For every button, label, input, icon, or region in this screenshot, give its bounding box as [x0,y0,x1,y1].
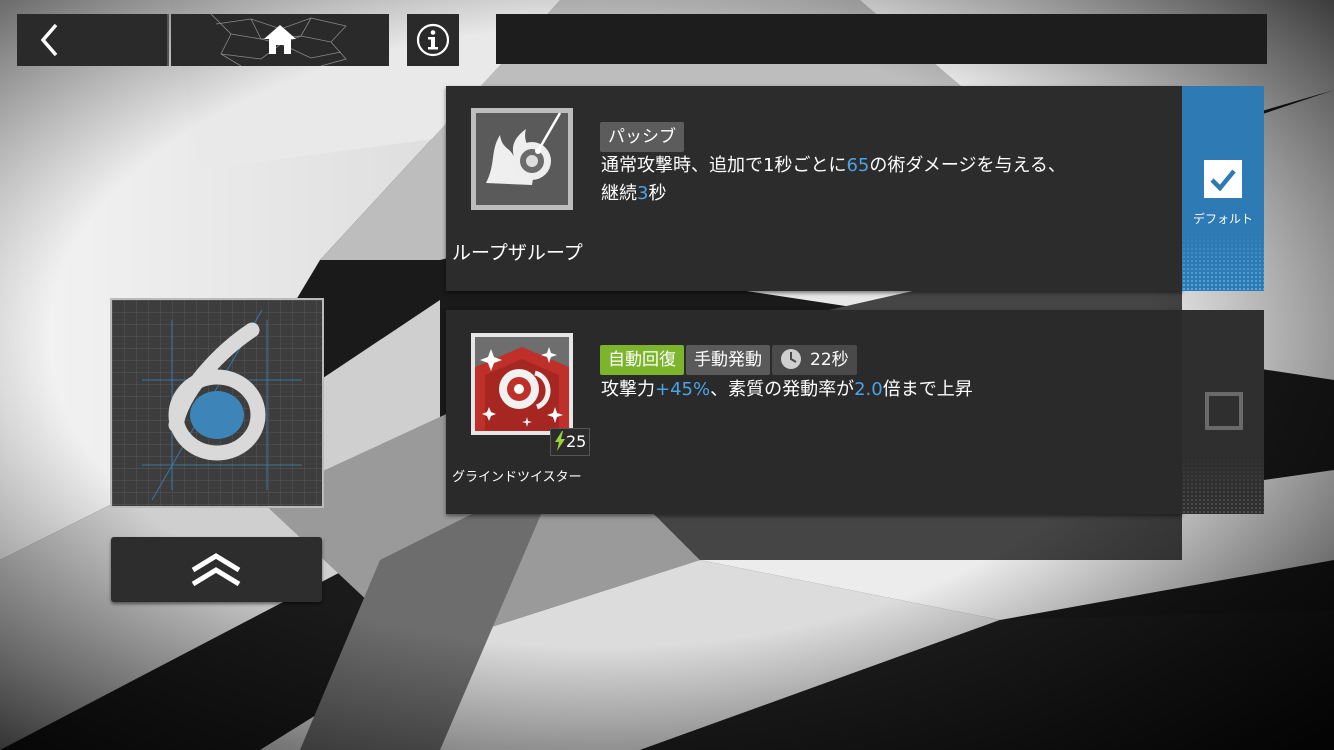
grid-background [112,300,322,506]
info-button[interactable] [407,14,459,66]
skill-description: 攻撃力+45%、素質の発動率が2.0倍まで上昇 [601,376,1161,404]
desc-value-attack: +45% [655,379,711,400]
manual-trigger-tag: 手動発動 [686,345,770,375]
desc-value-multiplier: 2.0 [854,379,883,400]
cooldown-tag: 22秒 [772,345,857,375]
home-icon [264,25,296,54]
cooldown-value: 22秒 [810,350,849,370]
auto-recovery-tag: 自動回復 [600,345,684,375]
chevron-left-icon [40,23,58,57]
desc-text: 攻撃力 [601,379,655,400]
sparkling-eye-icon [475,337,569,431]
top-info-strip [496,14,1267,64]
desc-text: 秒 [648,183,667,204]
passive-tag: パッシブ [600,122,684,152]
cost-value: 25 [566,432,587,451]
desc-value-duration: 3 [637,183,649,204]
level-up-button[interactable] [111,537,322,602]
dot-pattern [1182,231,1264,291]
skill-cost: 25 [550,428,591,456]
default-skill-toggle[interactable]: デフォルト [1182,86,1264,291]
dot-pattern [1182,454,1264,514]
desc-value-damage: 65 [846,155,870,176]
back-button[interactable] [17,14,169,66]
desc-text: 倍まで上昇 [882,379,973,400]
skill-panel-active[interactable]: 25 自動回復 手動発動 22秒 攻撃力+45%、素質の発動率が2.0倍まで上昇 グ… [446,310,1182,514]
skill-icon-frame [471,108,573,210]
lightning-icon [555,431,565,451]
skill-description: 通常攻撃時、追加で1秒ごとに65の術ダメージを与える、 継続3秒 [601,152,1161,208]
info-icon [416,23,450,57]
checkbox-empty [1205,392,1243,430]
skill-toggle-unchecked[interactable] [1182,310,1264,514]
clock-icon [781,349,801,369]
skill-panel-passive[interactable]: パッシブ 通常攻撃時、追加で1秒ごとに65の術ダメージを与える、 継続3秒 ルー… [446,86,1182,291]
flaming-eye-icon [476,112,568,205]
skill-level-card [112,300,322,506]
desc-text: 継続 [601,183,637,204]
skill-tags: パッシブ [600,122,684,152]
skill-tags: 自動回復 手動発動 22秒 [600,345,857,375]
double-chevron-up-icon [191,553,241,587]
skill-icon-frame [471,333,573,435]
skill-name: ループザループ [452,242,583,264]
skill-name: グラインドツイスター [452,470,582,485]
desc-text: の術ダメージを与える、 [869,155,1066,176]
checkbox-checked [1204,160,1242,198]
default-label: デフォルト [1192,212,1253,226]
desc-text: 、素質の発動率が [710,379,855,400]
desc-text: 通常攻撃時、追加で1秒ごとに [601,155,847,176]
checkmark-icon [1210,169,1236,192]
home-button[interactable] [171,14,389,66]
